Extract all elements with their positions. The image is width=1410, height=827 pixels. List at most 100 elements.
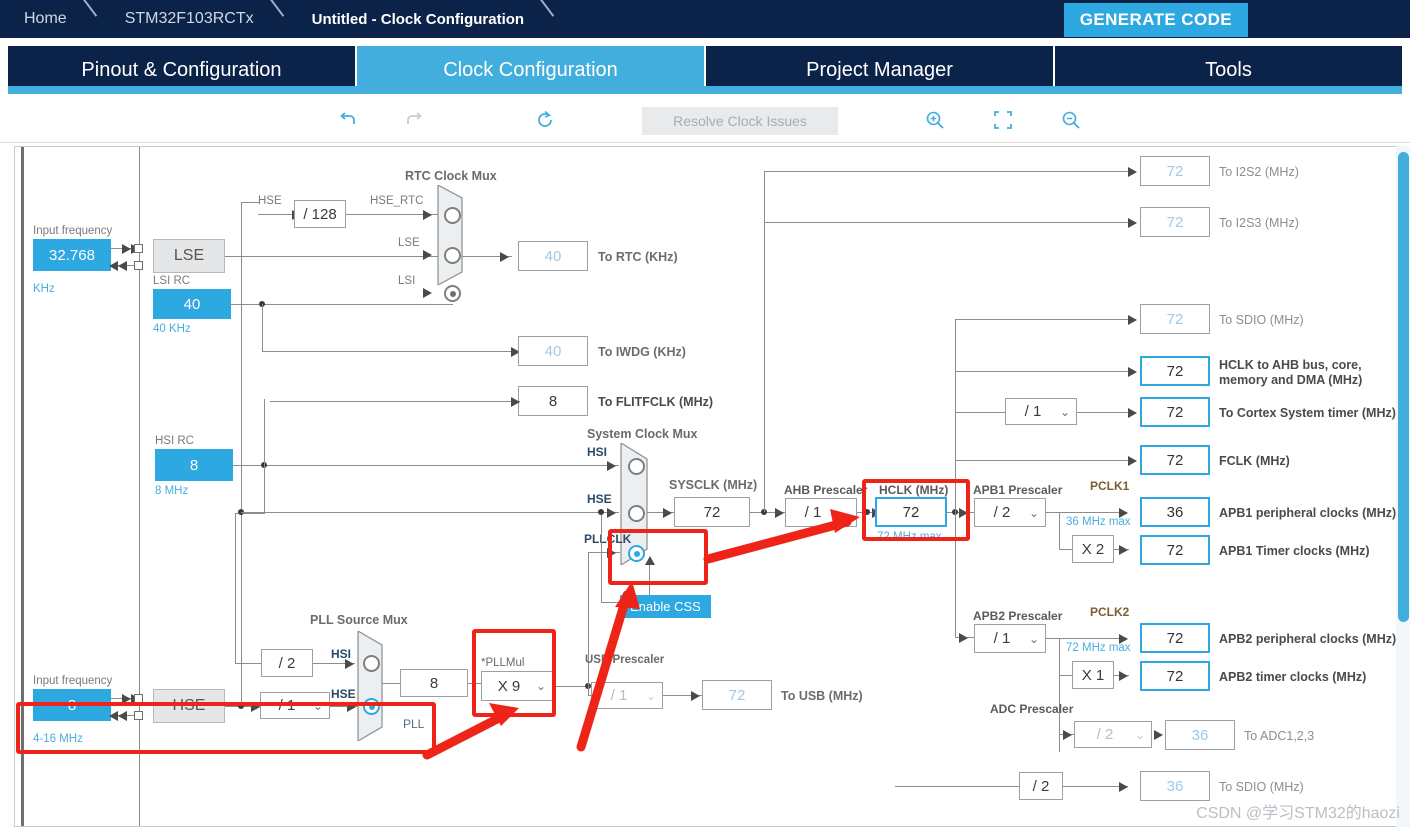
- tab-accent-stripe: [8, 86, 1402, 94]
- canvas-scrollbar-track[interactable]: [1396, 146, 1410, 827]
- lsi-title-label: LSI RC: [153, 275, 191, 287]
- hclk-riser: [955, 319, 956, 512]
- hclk-title: HCLK (MHz): [879, 483, 949, 497]
- zoom-in-icon[interactable]: [920, 106, 950, 134]
- to-i2s2-value: 72: [1140, 156, 1210, 186]
- system-clock-mux-title: System Clock Mux: [587, 427, 698, 441]
- apb1-in-arrow: [959, 508, 968, 518]
- hsi-line-up: [264, 399, 265, 465]
- adc-prescaler-value: / 2: [1096, 726, 1114, 743]
- i2s3-line: [764, 222, 1136, 223]
- chevron-down-icon: ⌄: [1059, 404, 1071, 419]
- apb2-prescaler-select[interactable]: / 1 ⌄: [974, 624, 1046, 653]
- hse-oscillator-box[interactable]: HSE: [153, 689, 225, 723]
- breadcrumb-item-mcu[interactable]: STM32F103RCTx: [103, 0, 264, 38]
- i2s2-arrow: [1128, 167, 1137, 177]
- ahb-in-arrow: [775, 508, 784, 518]
- sys-mux-arrow-hse: [607, 508, 616, 518]
- generate-code-button[interactable]: GENERATE CODE: [1063, 3, 1248, 37]
- pll-label: PLL: [403, 717, 425, 731]
- sdio-bottom-arrow: [1119, 782, 1128, 792]
- resolve-clock-issues-button[interactable]: Resolve Clock Issues: [642, 107, 838, 135]
- cortex-prescaler-select[interactable]: / 1 ⌄: [1005, 398, 1077, 425]
- hse-input-frequency-field[interactable]: 8: [33, 689, 111, 721]
- hclk-drop: [955, 512, 956, 638]
- i2s3-arrow: [1128, 218, 1137, 228]
- watermark-text: CSDN @学习STM32的haozi: [1196, 805, 1400, 822]
- flitfclk-arrow: [511, 397, 520, 407]
- redo-icon: [400, 106, 430, 134]
- rtc-mux-radio-lse[interactable]: [444, 247, 461, 264]
- hclk-ahbbus-arrow: [1128, 367, 1137, 377]
- chevron-down-icon: ⌄: [1028, 631, 1040, 646]
- hse-riser: [241, 202, 242, 706]
- fclk-arrow: [1128, 456, 1137, 466]
- apb2-peripheral-clocks-value: 72: [1140, 623, 1210, 653]
- hsi-range-label: 8 MHz: [155, 485, 189, 497]
- lsi-line-down: [262, 304, 263, 352]
- apb1-prescaler-select[interactable]: / 2 ⌄: [974, 498, 1046, 527]
- breadcrumb-item-home[interactable]: Home: [0, 0, 77, 38]
- canvas-scrollbar-thumb[interactable]: [1398, 152, 1409, 622]
- rtc-mux-radio-lsi[interactable]: [444, 285, 461, 302]
- pll-source-mux[interactable]: [356, 631, 396, 741]
- apb2-timer-multiplier: X 1: [1072, 661, 1114, 689]
- rtc-mux-input-lse-label: LSE: [398, 237, 420, 249]
- lse-input-frequency-field[interactable]: 32.768: [33, 239, 111, 271]
- pclk1-label: PCLK1: [1090, 479, 1130, 493]
- hclk-ahb-bus-label-2: memory and DMA (MHz): [1219, 373, 1363, 387]
- sys-mux-radio-hse[interactable]: [628, 505, 645, 522]
- pll-source-radio-hse[interactable]: [363, 698, 380, 715]
- lse-oscillator-box[interactable]: LSE: [153, 239, 225, 273]
- hse-div128-box: / 128: [294, 200, 346, 228]
- hse-prescaler-select[interactable]: / 1 ⌄: [260, 692, 330, 719]
- zoom-out-icon[interactable]: [1056, 106, 1086, 134]
- undo-icon[interactable]: [332, 106, 362, 134]
- apb2-max-label: 72 MHz max: [1066, 642, 1131, 654]
- adc-prescaler-select[interactable]: / 2 ⌄: [1074, 721, 1152, 748]
- lsi-value-field[interactable]: 40: [153, 289, 231, 319]
- pll-hsi-div2-box: / 2: [261, 649, 313, 677]
- usb-prescaler-title: USB Prescaler: [585, 654, 665, 666]
- to-flitfclk-label: To FLITFCLK (MHz): [598, 395, 714, 409]
- hclk-value-field[interactable]: 72: [875, 497, 947, 527]
- apb2-peripheral-clocks-label: APB2 peripheral clocks (MHz): [1219, 632, 1396, 646]
- hse-to-sysmux-line: [241, 512, 619, 513]
- sys-mux-radio-pllclk[interactable]: [628, 545, 645, 562]
- to-flitfclk-value: 8: [518, 386, 588, 416]
- apb1-timer-arrow: [1119, 545, 1128, 555]
- sys-mux-input-hse-label: HSE: [587, 492, 612, 506]
- pllmul-select[interactable]: X 9 ⌄: [481, 671, 553, 701]
- pll-mux-out-line: [382, 683, 402, 684]
- clock-tree-canvas[interactable]: Input frequency 32.768 KHz LSE LSI RC 40…: [14, 146, 1396, 827]
- apb1-peripheral-clocks-value: 36: [1140, 497, 1210, 527]
- enable-css-button[interactable]: Enable CSS: [620, 595, 711, 618]
- to-sdio-bottom-label: To SDIO (MHz): [1219, 780, 1304, 794]
- fit-to-screen-icon[interactable]: [988, 106, 1018, 134]
- usb-prescaler-select[interactable]: / 1 ⌄: [591, 682, 663, 709]
- hsi-main-line: [233, 465, 619, 466]
- pll-source-mux-title: PLL Source Mux: [310, 613, 408, 627]
- apb1-prescaler-value: / 2: [993, 504, 1011, 521]
- fclk-value: 72: [1140, 445, 1210, 475]
- sys-mux-arrow-hsi: [607, 461, 616, 471]
- rtc-clock-mux[interactable]: [436, 185, 476, 285]
- to-usb-label: To USB (MHz): [781, 689, 863, 703]
- hclk-ahbbus-line: [955, 371, 1136, 372]
- pll-source-radio-hsi[interactable]: [363, 655, 380, 672]
- sys-mux-radio-hsi[interactable]: [628, 458, 645, 475]
- hse-port-out: [134, 711, 143, 720]
- apb2-timer-clocks-value: 72: [1140, 661, 1210, 691]
- hsi-value-field[interactable]: 8: [155, 449, 233, 481]
- usb-prescaler-value: / 1: [610, 687, 628, 704]
- lse-unit-label: KHz: [33, 283, 55, 295]
- rtc-mux-radio-hse-rtc[interactable]: [444, 207, 461, 224]
- reset-icon[interactable]: [530, 106, 560, 134]
- ahb-prescaler-select[interactable]: / 1 ⌄: [785, 498, 857, 527]
- adc-prescaler-title: ADC Prescaler: [990, 702, 1074, 716]
- css-line-in: [601, 602, 621, 603]
- apb1-prescaler-title: APB1 Prescaler: [973, 483, 1063, 497]
- breadcrumb-item-current[interactable]: Untitled - Clock Configuration: [290, 0, 534, 38]
- lsi-range-label: 40 KHz: [153, 323, 191, 335]
- ahb-prescaler-title: AHB Prescaler: [784, 483, 868, 497]
